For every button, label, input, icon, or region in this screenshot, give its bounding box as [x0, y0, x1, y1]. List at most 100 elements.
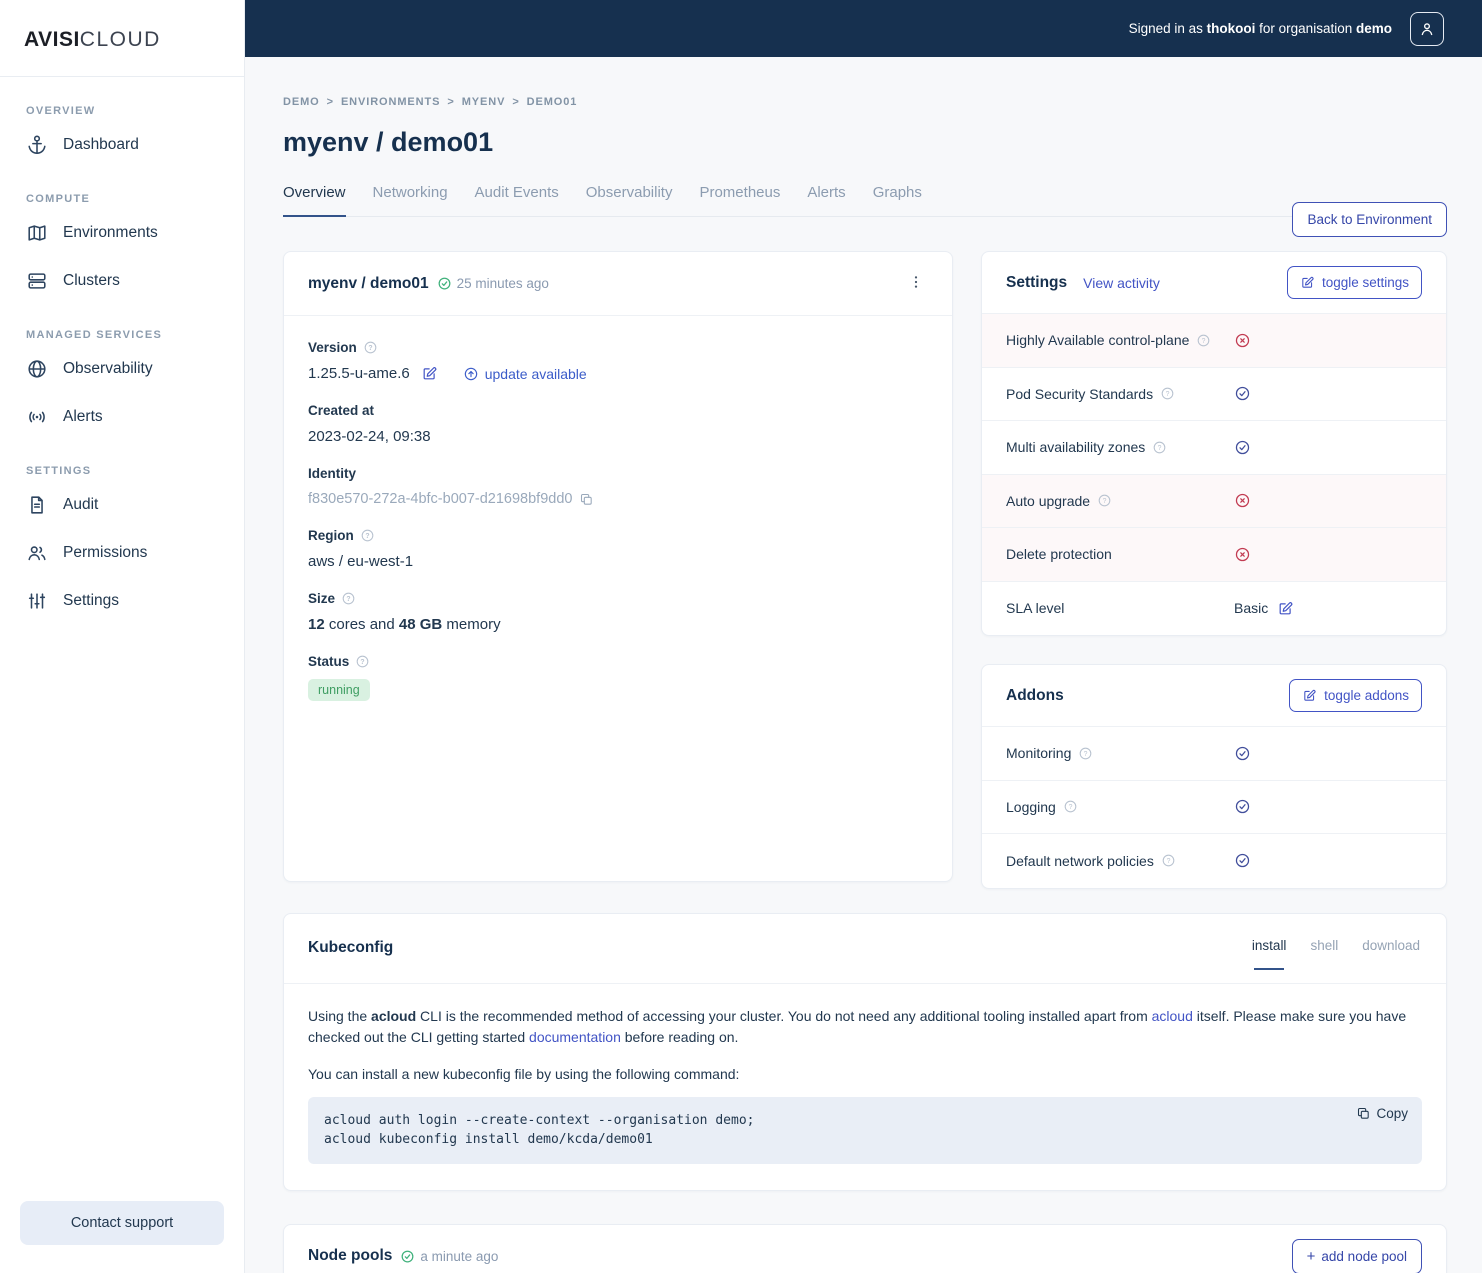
user-menu-button[interactable] [1410, 11, 1444, 46]
addon-row-logging: Logging ? [982, 781, 1446, 834]
help-icon[interactable]: ? [341, 591, 356, 606]
breadcrumb-demo01[interactable]: DEMO01 [527, 96, 578, 108]
help-icon[interactable]: ? [1063, 799, 1078, 814]
documentation-link[interactable]: documentation [529, 1029, 621, 1045]
kube-p1-text: Using the [308, 1007, 372, 1024]
help-icon[interactable]: ? [1078, 746, 1093, 761]
size-cores: 12 [308, 616, 325, 633]
logo-bold-text: AVISI [24, 28, 80, 51]
svg-text:?: ? [1068, 804, 1072, 811]
cluster-last-updated-text: 25 minutes ago [456, 276, 549, 291]
setting-row-sla-level: SLA level Basic [982, 582, 1446, 636]
check-circle-icon [1235, 854, 1250, 868]
addon-label-text: Default network policies [1006, 852, 1154, 869]
kube-p1-bold: acloud [371, 1007, 417, 1024]
size-label-text: Size [308, 591, 336, 606]
check-circle-icon [401, 1250, 414, 1263]
tab-networking[interactable]: Networking [373, 184, 448, 216]
help-icon[interactable]: ? [363, 340, 378, 355]
back-to-environment-button[interactable]: Back to Environment [1292, 202, 1447, 237]
version-value: 1.25.5-u-ame.6 [308, 365, 410, 382]
svg-text:?: ? [1166, 391, 1170, 398]
help-icon[interactable]: ? [1097, 493, 1112, 508]
breadcrumb-environments[interactable]: ENVIRONMENTS [341, 96, 440, 108]
update-available-link[interactable]: update available [463, 366, 587, 382]
tab-observability[interactable]: Observability [586, 184, 673, 216]
nav-section-managed-services: MANAGED SERVICES [26, 329, 163, 341]
kubeconfig-tabs: install shell download [1250, 928, 1422, 970]
kubeconfig-tab-download[interactable]: download [1360, 928, 1422, 969]
kubeconfig-card: Kubeconfig install shell download Using … [283, 912, 1447, 1191]
tab-audit-events[interactable]: Audit Events [475, 184, 559, 216]
tab-bar: Overview Networking Audit Events Observa… [283, 184, 1447, 217]
tab-graphs[interactable]: Graphs [873, 184, 922, 216]
version-value-row: 1.25.5-u-ame.6 update available [308, 365, 928, 382]
edit-icon [1302, 276, 1314, 288]
help-icon[interactable]: ? [1196, 333, 1211, 348]
edit-icon[interactable] [421, 365, 438, 382]
sidebar-item-alerts[interactable]: Alerts [0, 393, 244, 441]
sidebar-item-dashboard[interactable]: Dashboard [0, 121, 244, 169]
toggle-settings-button[interactable]: toggle settings [1286, 266, 1422, 299]
sidebar-item-clusters[interactable]: Clusters [0, 257, 244, 305]
addon-label-text: Monitoring [1006, 745, 1072, 762]
svg-text:?: ? [1166, 858, 1170, 865]
view-activity-link[interactable]: View activity [1083, 275, 1160, 291]
size-label: Size ? [308, 591, 928, 606]
sidebar-item-label: Clusters [63, 272, 120, 289]
breadcrumb-myenv[interactable]: MYENV [462, 96, 506, 108]
settings-card-title: Settings [1006, 273, 1068, 291]
svg-text:?: ? [1158, 445, 1162, 452]
document-icon [31, 496, 43, 514]
help-icon[interactable]: ? [1160, 386, 1175, 401]
kubeconfig-card-header: Kubeconfig install shell download [284, 914, 1446, 984]
sidebar-item-audit[interactable]: Audit [0, 481, 244, 529]
signed-in-text: Signed in as thokooi for organisation de… [1129, 21, 1392, 36]
kubeconfig-tab-shell[interactable]: shell [1308, 928, 1340, 969]
avisi-cloud-logo: AVISICLOUD [0, 0, 244, 76]
contact-support-button[interactable]: Contact support [20, 1201, 224, 1245]
right-column: Settings View activity toggle settings H… [981, 251, 1447, 889]
check-circle-icon [1235, 800, 1250, 814]
acloud-link[interactable]: acloud [1152, 1008, 1193, 1024]
app-root: AVISICLOUD OVERVIEW Dashboard COMPUTE En… [0, 0, 1482, 1273]
kube-p1-text: before reading on. [620, 1029, 739, 1046]
sidebar-item-label: Permissions [63, 544, 148, 561]
edit-icon[interactable] [1277, 600, 1294, 617]
sidebar-item-environments[interactable]: Environments [0, 209, 244, 257]
kube-p1-text: CLI is the recommended method of accessi… [416, 1007, 1152, 1024]
tab-alerts[interactable]: Alerts [807, 184, 845, 216]
cluster-card-menu-button[interactable] [904, 270, 928, 297]
x-circle-icon [1235, 333, 1250, 347]
created-at-value: 2023-02-24, 09:38 [308, 428, 431, 445]
svg-text:?: ? [361, 659, 365, 666]
help-icon[interactable]: ? [355, 654, 370, 669]
help-icon[interactable]: ? [360, 528, 375, 543]
sidebar-item-settings[interactable]: Settings [0, 577, 244, 625]
sidebar-item-label: Observability [63, 360, 153, 377]
settings-card: Settings View activity toggle settings H… [981, 251, 1447, 636]
breadcrumb-demo[interactable]: DEMO [283, 96, 320, 108]
node-pools-title: Node pools [308, 1247, 393, 1265]
add-node-pool-button[interactable]: + add node pool [1291, 1238, 1422, 1273]
tab-overview[interactable]: Overview [283, 184, 346, 217]
tab-prometheus[interactable]: Prometheus [699, 184, 780, 216]
addons-card-title: Addons [1006, 686, 1064, 704]
svg-text:?: ? [368, 345, 372, 352]
help-icon[interactable]: ? [1161, 853, 1176, 868]
kubeconfig-paragraph-2: You can install a new kubeconfig file by… [308, 1065, 740, 1082]
help-icon[interactable]: ? [1152, 440, 1167, 455]
copy-command-button[interactable]: Copy [1356, 1106, 1408, 1121]
check-circle-icon [438, 277, 451, 290]
nav-section-compute: COMPUTE [26, 193, 91, 205]
kubeconfig-tab-install[interactable]: install [1250, 928, 1289, 970]
copy-icon[interactable] [579, 492, 594, 507]
edit-icon [1304, 689, 1316, 701]
sidebar-item-permissions[interactable]: Permissions [0, 529, 244, 577]
update-available-text: update available [484, 365, 587, 382]
username: thokooi [1206, 21, 1256, 36]
toggle-addons-button[interactable]: toggle addons [1289, 679, 1422, 712]
server-stack-icon [28, 273, 46, 289]
users-icon [28, 546, 46, 561]
sidebar-item-observability[interactable]: Observability [0, 345, 244, 393]
